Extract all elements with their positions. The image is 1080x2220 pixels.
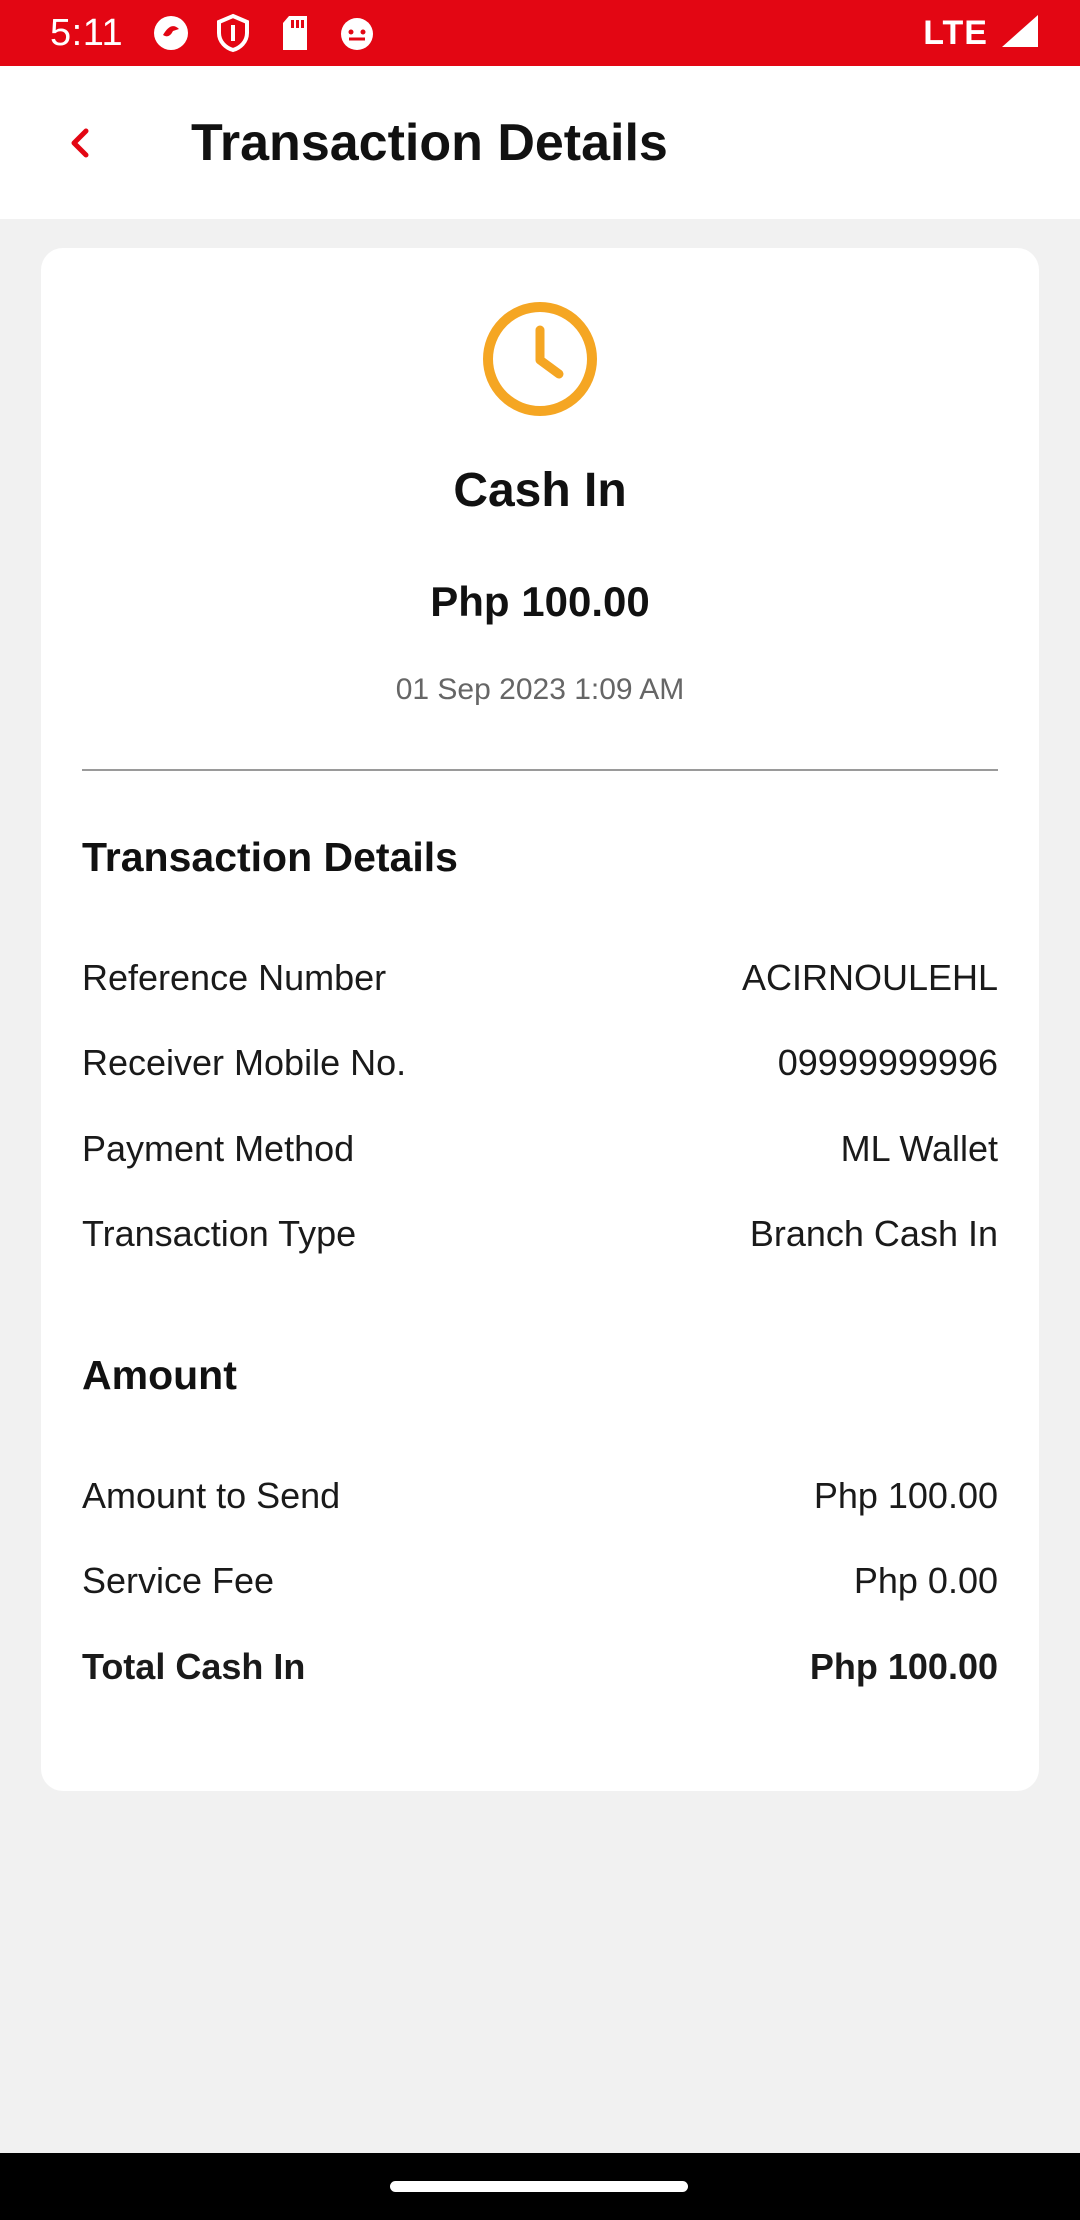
transaction-amount: Php 100.00	[430, 578, 650, 625]
amount-row-total: Total Cash In Php 100.00	[82, 1642, 998, 1692]
row-label: Service Fee	[82, 1560, 275, 1601]
status-notification-icons	[151, 13, 377, 53]
status-right: LTE	[923, 13, 1040, 54]
page-title: Transaction Details	[191, 113, 668, 172]
chevron-left-icon	[71, 128, 89, 157]
row-label: Total Cash In	[82, 1646, 306, 1687]
home-gesture-handle[interactable]	[390, 2181, 688, 2192]
row-value: ML Wallet	[840, 1128, 998, 1169]
shield-icon	[213, 13, 253, 53]
network-type: LTE	[923, 13, 988, 52]
amount-row-to-send: Amount to Send Php 100.00	[82, 1471, 998, 1521]
divider	[82, 769, 998, 771]
details-section-title: Transaction Details	[82, 834, 458, 880]
sd-card-icon	[275, 13, 315, 53]
row-value: Php 100.00	[809, 1646, 998, 1687]
transaction-title: Cash In	[453, 464, 627, 517]
amount-row-service-fee: Service Fee Php 0.00	[82, 1556, 998, 1606]
row-label: Reference Number	[82, 957, 387, 998]
detail-row-payment-method: Payment Method ML Wallet	[82, 1124, 998, 1174]
status-bar: 5:11 LTE	[0, 0, 1080, 66]
detail-row-transaction-type: Transaction Type Branch Cash In	[82, 1209, 998, 1259]
system-nav-bar	[0, 2153, 1080, 2220]
row-label: Receiver Mobile No.	[82, 1042, 407, 1083]
face-icon	[337, 13, 377, 53]
signal-icon	[998, 13, 1040, 54]
row-label: Amount to Send	[82, 1475, 341, 1516]
transaction-card: Cash In Php 100.00 01 Sep 2023 1:09 AM T…	[41, 248, 1039, 1791]
status-time: 5:11	[50, 11, 124, 54]
app-header: Transaction Details	[0, 66, 1080, 219]
row-value: Php 100.00	[813, 1475, 998, 1516]
detail-row-receiver-mobile: Receiver Mobile No. 09999999996	[82, 1038, 998, 1088]
row-value: Php 0.00	[853, 1560, 998, 1601]
row-value: 09999999996	[777, 1042, 998, 1083]
transaction-datetime: 01 Sep 2023 1:09 AM	[395, 673, 685, 706]
detail-row-reference: Reference Number ACIRNOULEHL	[82, 953, 998, 1003]
row-label: Payment Method	[82, 1128, 355, 1169]
row-value: Branch Cash In	[749, 1213, 998, 1254]
app-notification-icon	[151, 13, 191, 53]
back-button[interactable]	[52, 115, 108, 171]
row-label: Transaction Type	[82, 1213, 357, 1254]
clock-icon	[481, 300, 599, 418]
row-value: ACIRNOULEHL	[741, 957, 998, 998]
amount-section-title: Amount	[82, 1352, 237, 1398]
